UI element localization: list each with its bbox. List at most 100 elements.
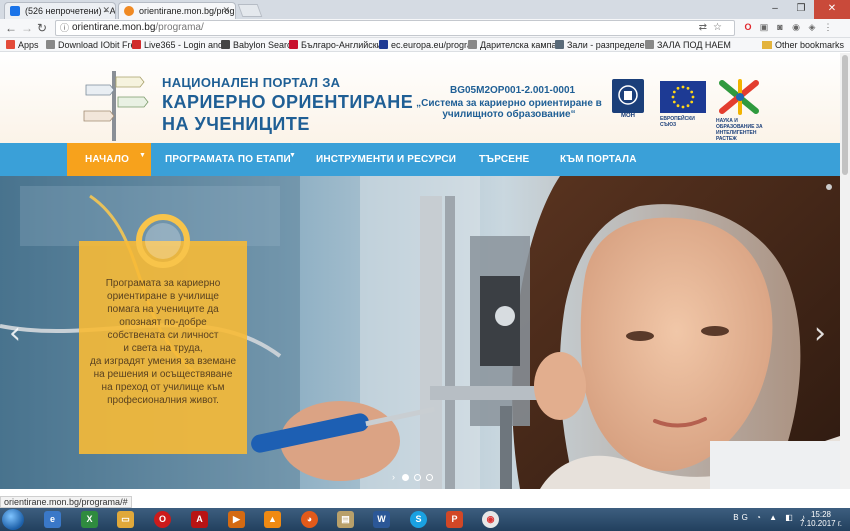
- page-icon: [46, 40, 55, 49]
- taskbar-clock[interactable]: 15:28 7.10.2017 г.: [800, 510, 842, 528]
- caption-circle-icon: [136, 214, 190, 268]
- bookmark-iobit[interactable]: Download IObit Free: [46, 39, 141, 51]
- chrome-icon[interactable]: ◉: [482, 511, 499, 528]
- portal-subtitle: НАЦИОНАЛЕН ПОРТАЛ ЗА: [162, 75, 341, 90]
- nav-item-home[interactable]: НАЧАЛО ▼: [67, 143, 151, 176]
- bookmark-apps[interactable]: Apps: [6, 39, 39, 51]
- eu-flag-icon: [660, 81, 706, 113]
- browser-tab-strip: (526 непрочетени) - Ab ✕ orientirane.mon…: [0, 0, 850, 19]
- word-icon[interactable]: W: [373, 511, 390, 528]
- maximize-icon[interactable]: ❐: [788, 0, 814, 19]
- browser-tab-mail[interactable]: (526 непрочетени) - Ab ✕: [4, 2, 116, 19]
- shield-extension-icon[interactable]: ◈: [806, 21, 818, 33]
- site-header: НАЦИОНАЛЕН ПОРТАЛ ЗА КАРИЕРНО ОРИЕНТИРАН…: [0, 53, 850, 143]
- window-controls: – ❐ ✕: [762, 0, 850, 19]
- forward-arrow-icon[interactable]: →: [21, 21, 33, 35]
- bookmark-kik[interactable]: Българо-Английски: [289, 39, 382, 51]
- bookmarks-bar: Apps Download IObit Free Live365 - Login…: [0, 38, 850, 52]
- windows-start-icon[interactable]: [2, 509, 24, 530]
- nav-item-portal[interactable]: КЪМ ПОРТАЛА: [560, 143, 637, 176]
- extension-box-icon[interactable]: ▣: [758, 21, 770, 33]
- portal-title[interactable]: КАРИЕРНО ОРИЕНТИРАНЕ НА УЧЕНИЦИТЕ: [162, 91, 413, 135]
- portal-favicon-icon: [124, 6, 134, 16]
- nav-item-search[interactable]: ТЪРСЕНЕ: [479, 143, 529, 176]
- translate-icon[interactable]: ⇄: [699, 22, 713, 33]
- window-close-icon[interactable]: ✕: [814, 0, 850, 19]
- portal-title-line1: КАРИЕРНО ОРИЕНТИРАНЕ: [162, 92, 414, 112]
- bookmark-live365[interactable]: Live365 - Login and: [132, 39, 223, 51]
- menu-dots-icon[interactable]: ⋮: [822, 21, 834, 33]
- bookmark-star-icon[interactable]: ☆: [713, 22, 728, 33]
- url-path: /programa/: [155, 22, 204, 33]
- windows-taskbar: e X ▭ O A ▶ ▲ ◕ ▤ W S P ◉ BG ◔ ▲ ◧ ♪ 15:…: [0, 508, 850, 531]
- eu-icon: [379, 40, 388, 49]
- browser-toolbar: ← → ↻ ⓘ orientirane.mon.bg/programa/ ⇄☆ …: [0, 19, 850, 38]
- bookmark-zali[interactable]: Зали - разпределен: [555, 39, 650, 51]
- document-icon[interactable]: ▤: [337, 511, 354, 528]
- powerpoint-icon[interactable]: P: [446, 511, 463, 528]
- slider-dots-prev-icon[interactable]: ›: [392, 472, 395, 482]
- chevron-down-icon: ▼: [139, 152, 147, 159]
- main-navigation: НАЧАЛО ▼ ПРОГРАМАТА ПО ЕТАПИ ▼ ИНСТРУМЕН…: [0, 143, 840, 176]
- camera-extension-icon[interactable]: ◙: [774, 21, 786, 33]
- chevron-down-icon: ▼: [289, 152, 297, 159]
- tab-close-icon[interactable]: ✕: [102, 5, 110, 16]
- vlc-icon[interactable]: ▲: [264, 511, 281, 528]
- system-tray[interactable]: BG ◔ ▲ ◧ ♪: [733, 513, 808, 522]
- opera-icon[interactable]: O: [154, 511, 171, 528]
- page-info-icon[interactable]: ⓘ: [60, 21, 69, 35]
- page-icon: [468, 40, 477, 49]
- language-indicator[interactable]: BG: [733, 513, 751, 522]
- nav-item-program[interactable]: ПРОГРАМАТА ПО ЕТАПИ ▼: [165, 143, 296, 176]
- project-name: „Система за кариерно ориентиране в учили…: [416, 98, 602, 120]
- bookmark-babylon[interactable]: Babylon Search: [221, 39, 297, 51]
- slider-dots: ›: [392, 472, 433, 482]
- tab-close-icon[interactable]: ✕: [222, 5, 230, 16]
- gear-icon: [555, 40, 564, 49]
- hero-caption: Програмата за кариерно ориентиране в учи…: [89, 278, 237, 406]
- back-arrow-icon[interactable]: ←: [5, 21, 17, 35]
- nauka-x-icon: [719, 79, 759, 115]
- slider-prev-arrow-icon[interactable]: ‹: [9, 316, 21, 351]
- other-bookmarks[interactable]: Other bookmarks: [761, 39, 844, 51]
- bookmark-campaign[interactable]: Дарителска кампан: [468, 39, 561, 51]
- new-tab-button[interactable]: [237, 4, 263, 17]
- slider-dot[interactable]: [402, 473, 409, 481]
- explorer-ie-icon[interactable]: e: [44, 511, 61, 528]
- folder-icon[interactable]: ▭: [117, 511, 134, 528]
- browser-tab-portal[interactable]: orientirane.mon.bg/prog ✕: [118, 2, 236, 19]
- slider-dot[interactable]: [426, 473, 433, 481]
- tab-title: orientirane.mon.bg/prog: [139, 6, 235, 16]
- clock-time: 15:28: [810, 510, 832, 519]
- reload-icon[interactable]: ↻: [37, 21, 47, 35]
- slider-next-arrow-icon[interactable]: ›: [814, 316, 826, 351]
- portal-title-line2: НА УЧЕНИЦИТЕ: [162, 114, 310, 134]
- address-bar[interactable]: ⓘ orientirane.mon.bg/programa/ ⇄☆: [55, 20, 735, 36]
- live365-icon: [132, 40, 141, 49]
- page-scrollbar[interactable]: [840, 53, 850, 489]
- extension-icons: O ▣ ◙ ◉ ◈ ⋮: [742, 21, 834, 33]
- minimize-icon[interactable]: –: [762, 0, 788, 19]
- nauka-logo: НАУКА И ОБРАЗОВАНИЕ ЗА ИНТЕЛИГЕНТЕН РАСТ…: [716, 79, 768, 142]
- bookmark-europa[interactable]: ec.europa.eu/progra: [379, 39, 472, 51]
- excel-icon[interactable]: X: [81, 511, 98, 528]
- skype-icon[interactable]: S: [410, 511, 427, 528]
- opera-extension-icon[interactable]: O: [742, 21, 754, 33]
- user-extension-icon[interactable]: ◉: [790, 21, 802, 33]
- acrobat-icon[interactable]: A: [191, 511, 208, 528]
- bookmark-zala[interactable]: ЗАЛА ПОД НАЕМ: [645, 39, 731, 51]
- clock-date: 7.10.2017 г.: [800, 519, 842, 528]
- slider-dot[interactable]: [414, 473, 421, 481]
- mon-logo: МОН: [612, 79, 644, 125]
- media-player-icon[interactable]: ▶: [228, 511, 245, 528]
- nav-item-tools[interactable]: ИНСТРУМЕНТИ И РЕСУРСИ: [316, 143, 456, 176]
- scrollbar-thumb[interactable]: [842, 55, 848, 175]
- babylon-icon: [221, 40, 230, 49]
- folder-icon: [761, 41, 772, 49]
- mail-favicon-icon: [10, 6, 20, 16]
- project-code: BG05M2OP001-2.001-0001: [450, 85, 576, 96]
- url-host: orientirane.mon.bg: [72, 22, 156, 33]
- firefox-icon[interactable]: ◕: [301, 511, 318, 528]
- slider-indicator: [826, 184, 832, 190]
- signpost-logo-icon[interactable]: [80, 63, 150, 141]
